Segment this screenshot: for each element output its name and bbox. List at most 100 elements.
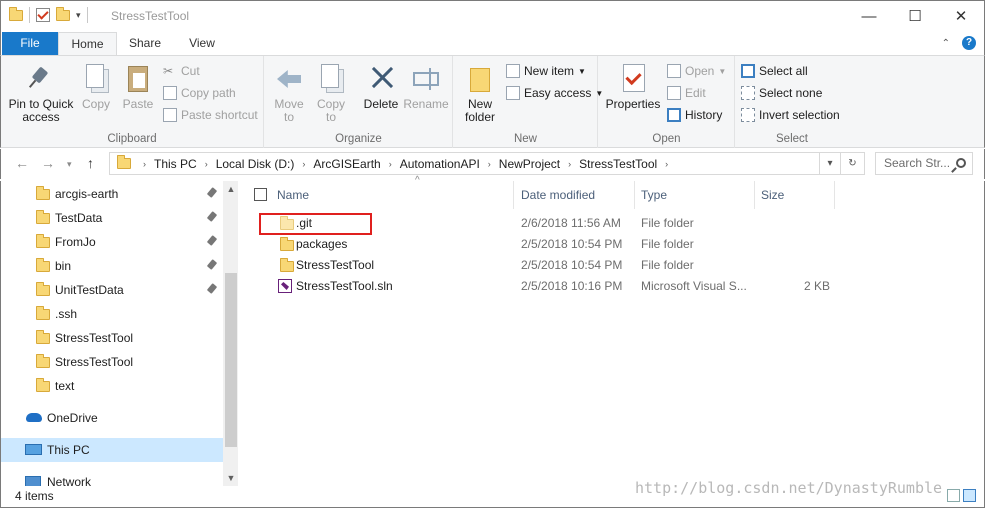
column-header-size[interactable]: Size — [755, 181, 835, 209]
column-header-name[interactable]: ^ Name — [274, 175, 514, 209]
select-group-label: Select — [776, 133, 808, 145]
new-folder-button[interactable]: New folder — [462, 62, 498, 124]
tab-view[interactable]: View — [174, 32, 230, 56]
tab-home[interactable]: Home — [58, 32, 117, 56]
minimize-button[interactable]: — — [846, 1, 892, 31]
folder-icon — [36, 306, 50, 320]
recent-locations-chevron-icon[interactable]: ▾ — [67, 159, 72, 170]
column-header-type[interactable]: Type — [635, 181, 755, 209]
maximize-button[interactable]: ☐ — [892, 1, 938, 31]
breadcrumb-separator-icon[interactable]: › — [205, 159, 208, 169]
ribbon: Pin to Quick access Copy Paste ✂ Cut Cop… — [0, 55, 985, 148]
properties-icon[interactable] — [36, 8, 50, 22]
select-none-label: Select none — [759, 86, 823, 100]
large-icons-view-icon[interactable] — [963, 489, 976, 502]
address-history-chevron-icon[interactable]: ▾ — [819, 152, 841, 175]
nav-item-label: Network — [47, 475, 92, 486]
copy-button[interactable]: Copy — [77, 62, 115, 111]
breadcrumb-separator-icon[interactable]: › — [665, 159, 668, 169]
breadcrumb-separator-icon[interactable]: › — [488, 159, 491, 169]
refresh-icon[interactable]: ↻ — [841, 152, 865, 175]
breadcrumb-automationapi[interactable]: AutomationAPI — [400, 157, 480, 171]
nav-item-stresstesttool[interactable]: StressTestTool — [1, 350, 223, 374]
folder-icon — [36, 330, 50, 344]
breadcrumb-separator-icon[interactable]: › — [302, 159, 305, 169]
search-box[interactable]: Search Str... — [875, 152, 973, 175]
file-row-packages[interactable]: packages 2/5/2018 10:54 PM File folder — [260, 234, 960, 255]
easy-access-button[interactable]: Easy access ▼ — [506, 86, 603, 100]
new-group-label: New — [513, 133, 537, 145]
select-all-button[interactable]: Select all — [741, 64, 808, 78]
scroll-up-arrow-icon[interactable]: ▲ — [223, 181, 238, 197]
nav-pane-scrollbar[interactable]: ▲ ▼ — [223, 181, 238, 486]
paste-button[interactable]: Paste — [119, 62, 157, 111]
file-size: 2 KB — [804, 279, 831, 293]
nav-item-network[interactable]: Network — [1, 470, 223, 486]
scroll-down-arrow-icon[interactable]: ▼ — [223, 470, 238, 486]
copy-to-label: Copy to — [316, 97, 345, 124]
new-item-button[interactable]: New item ▼ — [506, 64, 586, 78]
back-arrow-icon[interactable]: ← — [15, 155, 29, 171]
rename-button[interactable]: Rename — [403, 62, 449, 111]
details-view-icon[interactable] — [947, 489, 960, 502]
properties-button[interactable]: Properties — [605, 62, 661, 111]
forward-arrow-icon[interactable]: → — [41, 155, 55, 171]
edit-button[interactable]: Edit — [667, 86, 706, 100]
pin-to-quick-access-label: Pin to Quick access — [8, 97, 74, 124]
breadcrumb-this-pc[interactable]: This PC — [154, 157, 197, 171]
select-none-button[interactable]: Select none — [741, 86, 822, 100]
breadcrumb-local-disk[interactable]: Local Disk (D:) — [216, 157, 295, 171]
nav-item-testdata[interactable]: TestData — [1, 206, 223, 230]
nav-item-fromjo[interactable]: FromJo — [1, 230, 223, 254]
nav-item-onedrive[interactable]: OneDrive — [1, 406, 223, 430]
breadcrumb-newproject[interactable]: NewProject — [499, 157, 560, 171]
delete-button[interactable]: Delete — [361, 62, 401, 111]
nav-item-stresstesttool[interactable]: StressTestTool — [1, 326, 223, 350]
folder-icon — [36, 378, 50, 392]
breadcrumb-arcgisearth[interactable]: ArcGISEarth — [313, 157, 380, 171]
select-all-checkbox[interactable] — [254, 188, 267, 201]
open-button[interactable]: Open ▼ — [667, 64, 726, 78]
folder-icon — [36, 186, 50, 200]
column-header-date-modified[interactable]: Date modified — [514, 181, 635, 209]
watermark: http://blog.csdn.net/DynastyRumble — [635, 479, 943, 497]
qat-divider — [29, 7, 30, 23]
move-to-button[interactable]: Move to — [271, 62, 307, 124]
address-bar[interactable]: › This PC › Local Disk (D:) › ArcGISEart… — [109, 152, 841, 175]
column-header-size-label: Size — [761, 188, 785, 202]
tab-file[interactable]: File — [2, 32, 58, 56]
history-button[interactable]: History — [667, 108, 722, 122]
paste-shortcut-button[interactable]: Paste shortcut — [163, 108, 258, 122]
nav-item-ssh[interactable]: .ssh — [1, 302, 223, 326]
search-icon[interactable] — [956, 158, 966, 168]
pin-to-quick-access-button[interactable]: Pin to Quick access — [7, 62, 75, 124]
tab-share[interactable]: Share — [119, 32, 171, 56]
nav-item-label: This PC — [47, 443, 90, 457]
folder-icon — [36, 210, 50, 224]
breadcrumb-stresstesttool[interactable]: StressTestTool — [579, 157, 657, 171]
nav-item-bin[interactable]: bin — [1, 254, 223, 278]
minimize-ribbon-chevron-icon[interactable]: ⌃ — [942, 38, 950, 49]
new-folder-label: New folder — [464, 97, 496, 124]
breadcrumb-separator-icon[interactable]: › — [389, 159, 392, 169]
invert-selection-button[interactable]: Invert selection — [741, 108, 840, 122]
nav-item-text[interactable]: text — [1, 374, 223, 398]
help-icon[interactable]: ? — [962, 36, 976, 50]
breadcrumb-separator-icon[interactable]: › — [143, 159, 146, 169]
copy-path-button[interactable]: Copy path — [163, 86, 236, 100]
cut-button[interactable]: ✂ Cut — [163, 64, 200, 78]
nav-item-this-pc[interactable]: This PC — [1, 438, 223, 462]
up-arrow-icon[interactable]: ↑ — [87, 155, 94, 171]
breadcrumb-separator-icon[interactable]: › — [568, 159, 571, 169]
scrollbar-thumb[interactable] — [225, 273, 237, 447]
copy-to-button[interactable]: Copy to — [313, 62, 349, 124]
customize-qat-chevron-icon[interactable]: ▾ — [76, 10, 81, 21]
close-button[interactable]: ✕ — [938, 1, 984, 31]
file-row-stresstesttool[interactable]: StressTestTool 2/5/2018 10:54 PM File fo… — [260, 255, 960, 276]
view-switcher — [947, 489, 976, 502]
nav-item-arcgis-earth[interactable]: arcgis-earth — [1, 182, 223, 206]
nav-item-unittestdata[interactable]: UnitTestData — [1, 278, 223, 302]
new-folder-icon[interactable] — [56, 6, 70, 21]
file-row-stresstesttool-sln[interactable]: StressTestTool.sln 2/5/2018 10:16 PM Mic… — [260, 276, 960, 297]
folder-icon — [117, 155, 131, 169]
